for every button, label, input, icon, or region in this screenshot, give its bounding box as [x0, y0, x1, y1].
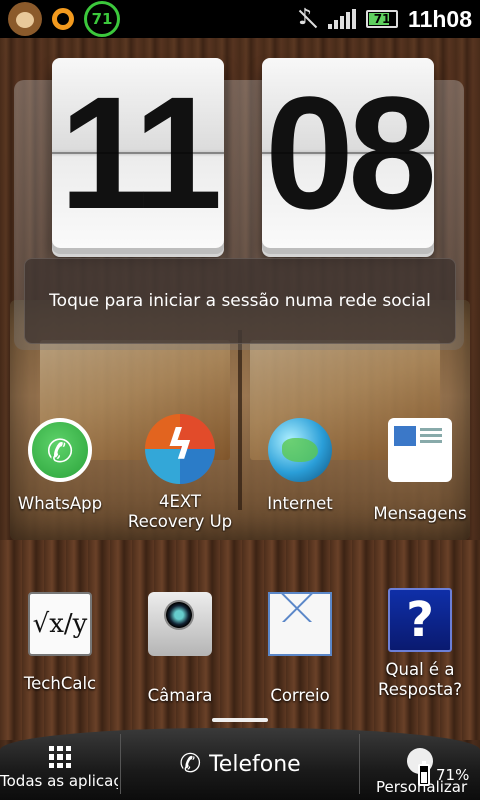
mail-icon	[268, 592, 332, 656]
app-label: Qual é a	[385, 660, 455, 679]
notification-icons: 71	[8, 1, 120, 37]
app-label: Internet	[267, 494, 333, 513]
system-icons: 71 11h08	[296, 5, 472, 33]
app-label: Correio	[270, 686, 330, 705]
app-techcalc[interactable]: √x/y TechCalc	[0, 592, 120, 694]
app-camara[interactable]: Câmara	[120, 592, 240, 706]
app-qual-e-a-resposta[interactable]: ? Qual é a Resposta?	[360, 588, 480, 700]
app-label-line2: Recovery Up	[127, 512, 233, 531]
whatsapp-icon	[28, 418, 92, 482]
app-label: TechCalc	[23, 674, 97, 693]
battery-ring-icon[interactable]: 71	[84, 1, 120, 37]
mute-icon	[296, 5, 318, 31]
phone-label: Telefone	[209, 751, 301, 777]
all-apps-label: Todas as aplicações	[0, 772, 118, 790]
drawer-handle[interactable]	[212, 718, 268, 722]
phone-button[interactable]: ✆ Telefone	[121, 728, 359, 800]
camera-icon	[148, 592, 212, 656]
battery-overlay: 71%	[418, 761, 470, 786]
calculator-icon: √x/y	[28, 592, 92, 656]
battery-percent: 71%	[436, 766, 470, 784]
all-apps-button[interactable]: Todas as aplicações	[0, 728, 120, 800]
hours-flip-card[interactable]: 11	[52, 58, 224, 248]
app-4ext[interactable]: 4EXT Recovery Up	[120, 414, 240, 532]
battery-level-text: 71	[373, 12, 391, 26]
monkey-app-icon[interactable]	[8, 2, 42, 36]
minutes-flip-card[interactable]: 08	[262, 58, 434, 248]
status-bar: 71 71 11h08	[0, 0, 480, 38]
app-label: WhatsApp	[17, 494, 103, 513]
status-clock: 11h08	[408, 5, 472, 32]
social-login-prompt[interactable]: Toque para iniciar a sessão numa rede so…	[24, 258, 456, 344]
minutes-digits: 08	[265, 63, 434, 242]
social-login-text: Toque para iniciar a sessão numa rede so…	[49, 291, 431, 311]
phone-icon: ✆	[179, 749, 202, 779]
app-whatsapp[interactable]: WhatsApp	[0, 418, 120, 514]
app-label: Mensagens	[373, 504, 467, 523]
signal-icon	[328, 9, 357, 29]
4ext-icon	[145, 414, 215, 484]
app-label-line2: Resposta?	[378, 680, 462, 699]
globe-icon	[268, 418, 332, 482]
battery-small-icon	[418, 761, 430, 786]
hours-digits: 11	[59, 63, 222, 242]
question-icon: ?	[388, 588, 452, 652]
app-correio[interactable]: Correio	[240, 592, 360, 706]
messages-icon	[388, 418, 452, 482]
app-label: Câmara	[147, 686, 213, 705]
app-mensagens[interactable]: Mensagens	[360, 418, 480, 524]
orange-ring-icon[interactable]	[52, 8, 74, 30]
app-label: 4EXT	[158, 492, 201, 511]
app-internet[interactable]: Internet	[240, 418, 360, 514]
battery-icon: 71	[366, 10, 399, 28]
all-apps-grid-icon	[49, 746, 71, 768]
bottom-dock: Todas as aplicações ✆ Telefone Personali…	[0, 728, 480, 800]
